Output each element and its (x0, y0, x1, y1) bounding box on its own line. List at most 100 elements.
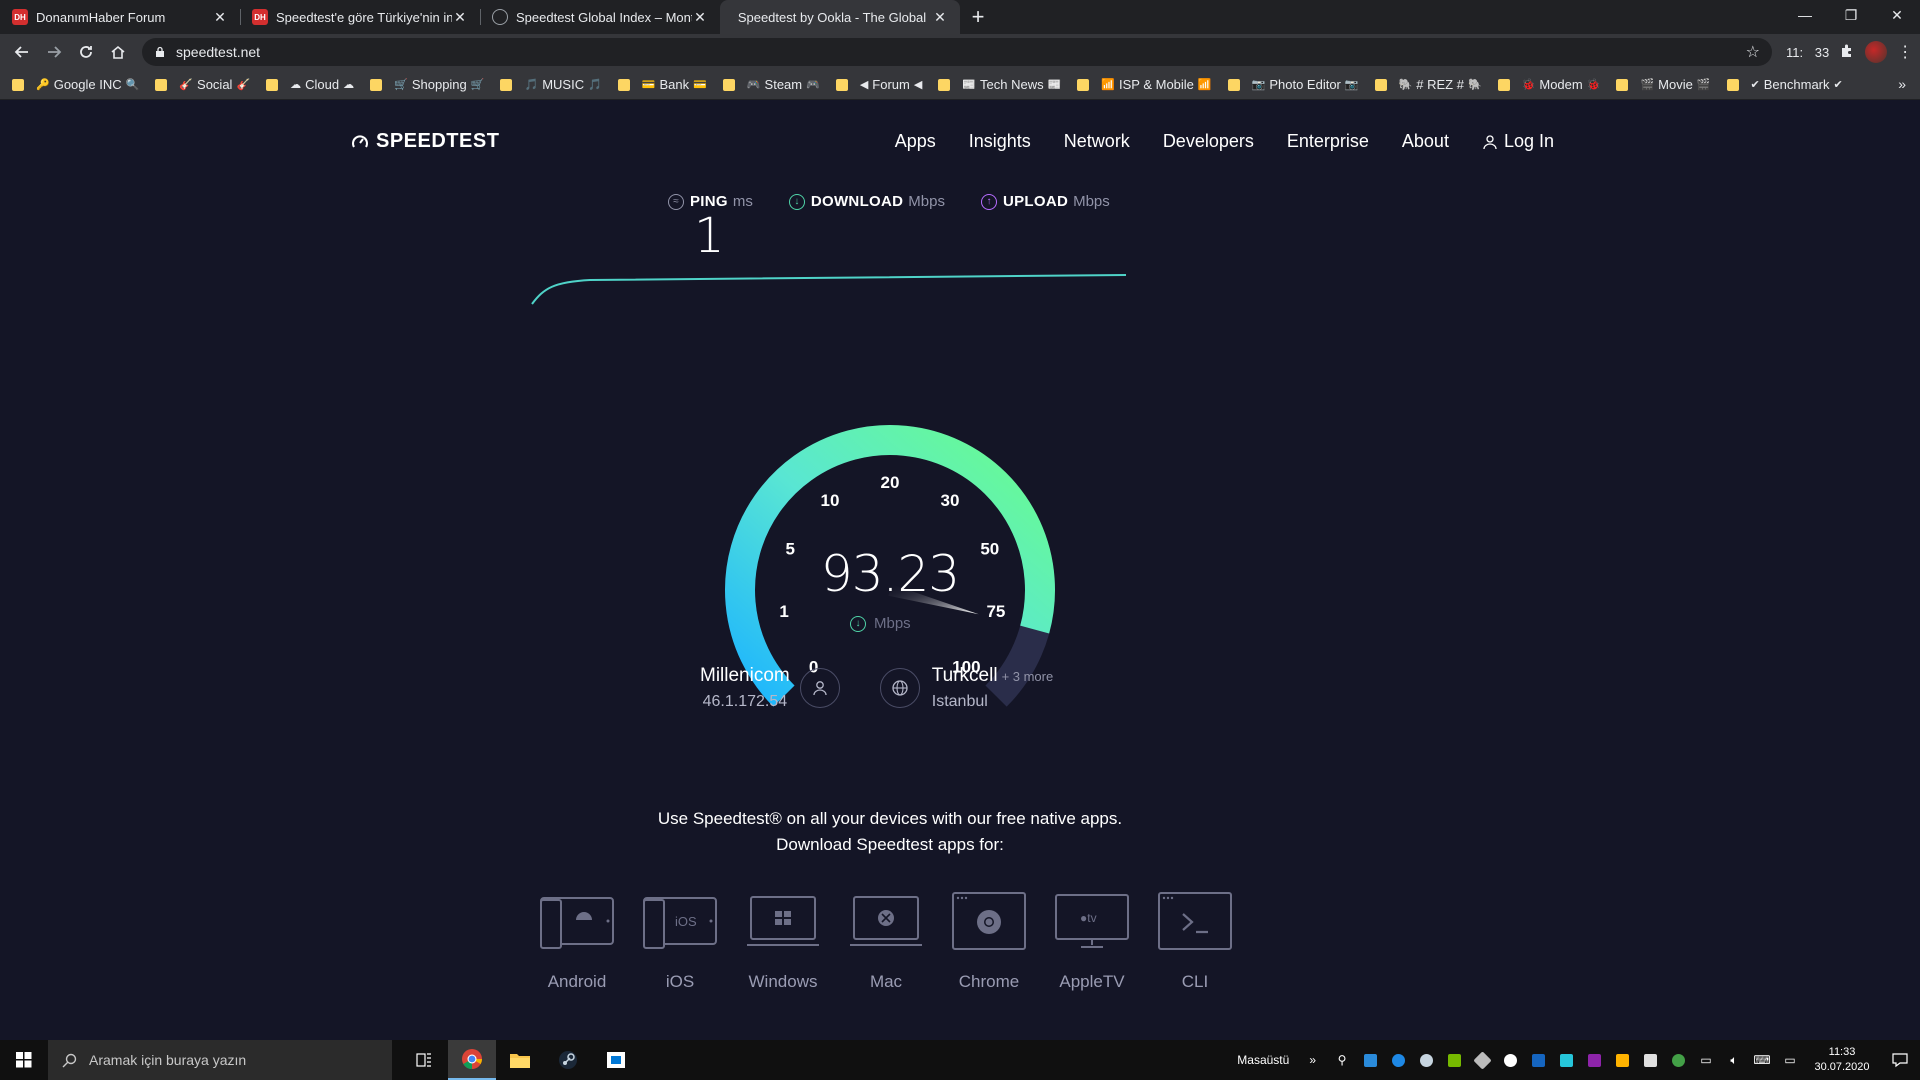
bookmark-folder[interactable]: 📶 ISP & Mobile 📶 (1077, 77, 1212, 92)
speedtest-logo[interactable]: SPEEDTEST (350, 130, 499, 153)
bookmark-star-icon[interactable]: ☆ (1746, 42, 1760, 62)
tab-speedtest-active[interactable]: Speedtest by Ookla - The Global ✕ (720, 0, 960, 34)
extensions-puzzle-icon[interactable] (1839, 43, 1855, 62)
chrome-taskbar-icon[interactable] (448, 1040, 496, 1080)
back-button[interactable] (6, 36, 38, 68)
speed-unit: ↓ Mbps (850, 615, 911, 632)
windows-taskbar: Aramak için buraya yazın Masaüstü » ⚲ ▭ … (0, 1040, 1920, 1080)
tray-app-icon[interactable] (1608, 1040, 1636, 1080)
folder-icon (266, 78, 279, 91)
tab-title: DonanımHaber Forum (36, 9, 166, 25)
notifications-icon[interactable] (1880, 1052, 1920, 1068)
home-button[interactable] (102, 36, 134, 68)
close-tab-icon[interactable]: ✕ (212, 9, 228, 26)
tray-app-icon[interactable] (1524, 1040, 1552, 1080)
start-button[interactable] (0, 1040, 48, 1080)
isp-user-icon (799, 668, 840, 708)
nav-enterprise[interactable]: Enterprise (1287, 131, 1369, 152)
tray-app-icon[interactable] (1468, 1040, 1496, 1080)
close-tab-icon[interactable]: ✕ (932, 9, 948, 26)
close-tab-icon[interactable]: ✕ (692, 9, 708, 26)
close-window-icon[interactable]: ✕ (1874, 0, 1920, 30)
bookmark-folder[interactable]: 🎸 Social 🎸 (155, 77, 250, 92)
bookmark-folder[interactable]: 🐘 # REZ # 🐘 (1374, 77, 1482, 92)
bookmark-folder[interactable]: 📰 Tech News 📰 (938, 77, 1061, 92)
nav-insights[interactable]: Insights (969, 131, 1031, 152)
app-chrome[interactable]: Chrome (952, 892, 1026, 992)
app-appletv[interactable]: ●tv AppleTV (1055, 892, 1129, 992)
bookmark-folder[interactable]: 🐞 Modem 🐞 (1497, 77, 1600, 92)
bookmark-folder[interactable]: ☁ Cloud ☁ (266, 77, 354, 92)
file-explorer-icon[interactable] (496, 1040, 544, 1080)
desktop-toolbar-label[interactable]: Masaüstü (1237, 1053, 1289, 1067)
minimize-icon[interactable]: — (1782, 0, 1828, 30)
bookmarks-overflow-icon[interactable]: » (1898, 76, 1906, 92)
appletv-icon: ●tv (1055, 894, 1129, 948)
task-view-icon[interactable] (400, 1040, 448, 1080)
restore-icon[interactable]: ❐ (1828, 0, 1874, 30)
app-cli[interactable]: CLI (1158, 892, 1232, 992)
login-link[interactable]: Log In (1482, 131, 1554, 152)
steam-tray-icon[interactable] (1412, 1040, 1440, 1080)
close-tab-icon[interactable]: ✕ (452, 9, 468, 26)
bookmark-folder[interactable]: 🛒 Shopping 🛒 (370, 77, 484, 92)
bookmark-folder[interactable]: ◀ Forum ◀ (835, 77, 923, 92)
app-mac[interactable]: Mac (849, 892, 923, 992)
tray-app-icon[interactable] (1552, 1040, 1580, 1080)
profile-avatar-icon[interactable] (1865, 41, 1888, 63)
tab-donanimhaber[interactable]: DH DonanımHaber Forum ✕ (0, 0, 240, 34)
tray-overflow-icon[interactable]: » (1309, 1053, 1316, 1067)
app-windows[interactable]: Windows (746, 892, 820, 992)
keyboard-icon[interactable]: ⌨ (1748, 1040, 1776, 1080)
svg-text:●tv: ●tv (1080, 911, 1097, 925)
tray-app-icon[interactable] (1356, 1040, 1384, 1080)
forward-button[interactable] (38, 36, 70, 68)
more-servers-link[interactable]: + 3 more (1002, 669, 1054, 684)
bookmark-folder[interactable]: 📷 Photo Editor 📷 (1227, 77, 1359, 92)
gauge-tick-label: 20 (881, 473, 900, 492)
bookmark-folder[interactable]: 🎬 Movie 🎬 (1616, 77, 1711, 92)
nav-developers[interactable]: Developers (1163, 131, 1254, 152)
app-window-icon[interactable] (592, 1040, 640, 1080)
menu-kebab-icon[interactable]: ⋮ (1897, 42, 1913, 62)
network-icon[interactable]: ▭ (1692, 1040, 1720, 1080)
bookmark-emoji-icon: ☁ (343, 79, 355, 91)
system-clock[interactable]: 11:33 30.07.2020 (1804, 1045, 1880, 1075)
bookmark-emoji-icon: 🐞 (1521, 79, 1536, 91)
bookmark-folder[interactable]: ✔ Benchmark ✔ (1726, 77, 1843, 92)
url-text: speedtest.net (176, 44, 261, 60)
nvidia-icon[interactable] (1440, 1040, 1468, 1080)
speedtest-logo-icon (352, 134, 368, 148)
nav-network[interactable]: Network (1064, 131, 1130, 152)
taskbar-search[interactable]: Aramak için buraya yazın (48, 1040, 392, 1080)
app-ios[interactable]: iOS iOS (643, 892, 717, 992)
input-language-icon[interactable]: ▭ (1776, 1040, 1804, 1080)
ios-device-icon: iOS (643, 897, 717, 949)
system-tray: Masaüstü » ⚲ ▭ 🔈︎ ⌨ ▭ 11:33 30.07.2020 (1237, 1040, 1920, 1080)
server-block[interactable]: Turkcell + 3 more Istanbul (879, 665, 1054, 711)
user-icon (1483, 134, 1497, 149)
tray-app-icon[interactable] (1580, 1040, 1608, 1080)
clock-extension[interactable]: 11: 33 (1786, 45, 1829, 60)
bookmark-folder[interactable]: 💳 Bank 💳 (617, 77, 707, 92)
tray-app-icon[interactable] (1636, 1040, 1664, 1080)
app-android[interactable]: Android (540, 892, 614, 992)
bookmark-folder[interactable]: 🔑 Google INC 🔍 (12, 77, 139, 92)
new-tab-button[interactable]: + (960, 0, 996, 34)
bookmark-folder[interactable]: 🎵 MUSIC 🎵 (500, 77, 602, 92)
nav-about[interactable]: About (1402, 131, 1449, 152)
main-nav: Apps Insights Network Developers Enterpr… (895, 131, 1554, 152)
tab-global-index[interactable]: Speedtest Global Index – Monthl ✕ (480, 0, 720, 34)
tab-speedtest-turkiye[interactable]: DH Speedtest'e göre Türkiye'nin inte ✕ (240, 0, 480, 34)
tray-app-icon[interactable] (1496, 1040, 1524, 1080)
nav-apps[interactable]: Apps (895, 131, 936, 152)
reload-button[interactable] (70, 36, 102, 68)
steam-icon[interactable] (544, 1040, 592, 1080)
address-bar[interactable]: speedtest.net ☆ (142, 38, 1772, 66)
tray-app-icon[interactable] (1384, 1040, 1412, 1080)
bookmark-emoji-icon: ◀ (913, 79, 923, 91)
people-icon[interactable]: ⚲ (1328, 1040, 1356, 1080)
volume-icon[interactable]: 🔈︎ (1720, 1040, 1748, 1080)
bookmark-folder[interactable]: 🎮 Steam 🎮 (722, 77, 820, 92)
tray-app-icon[interactable] (1664, 1040, 1692, 1080)
